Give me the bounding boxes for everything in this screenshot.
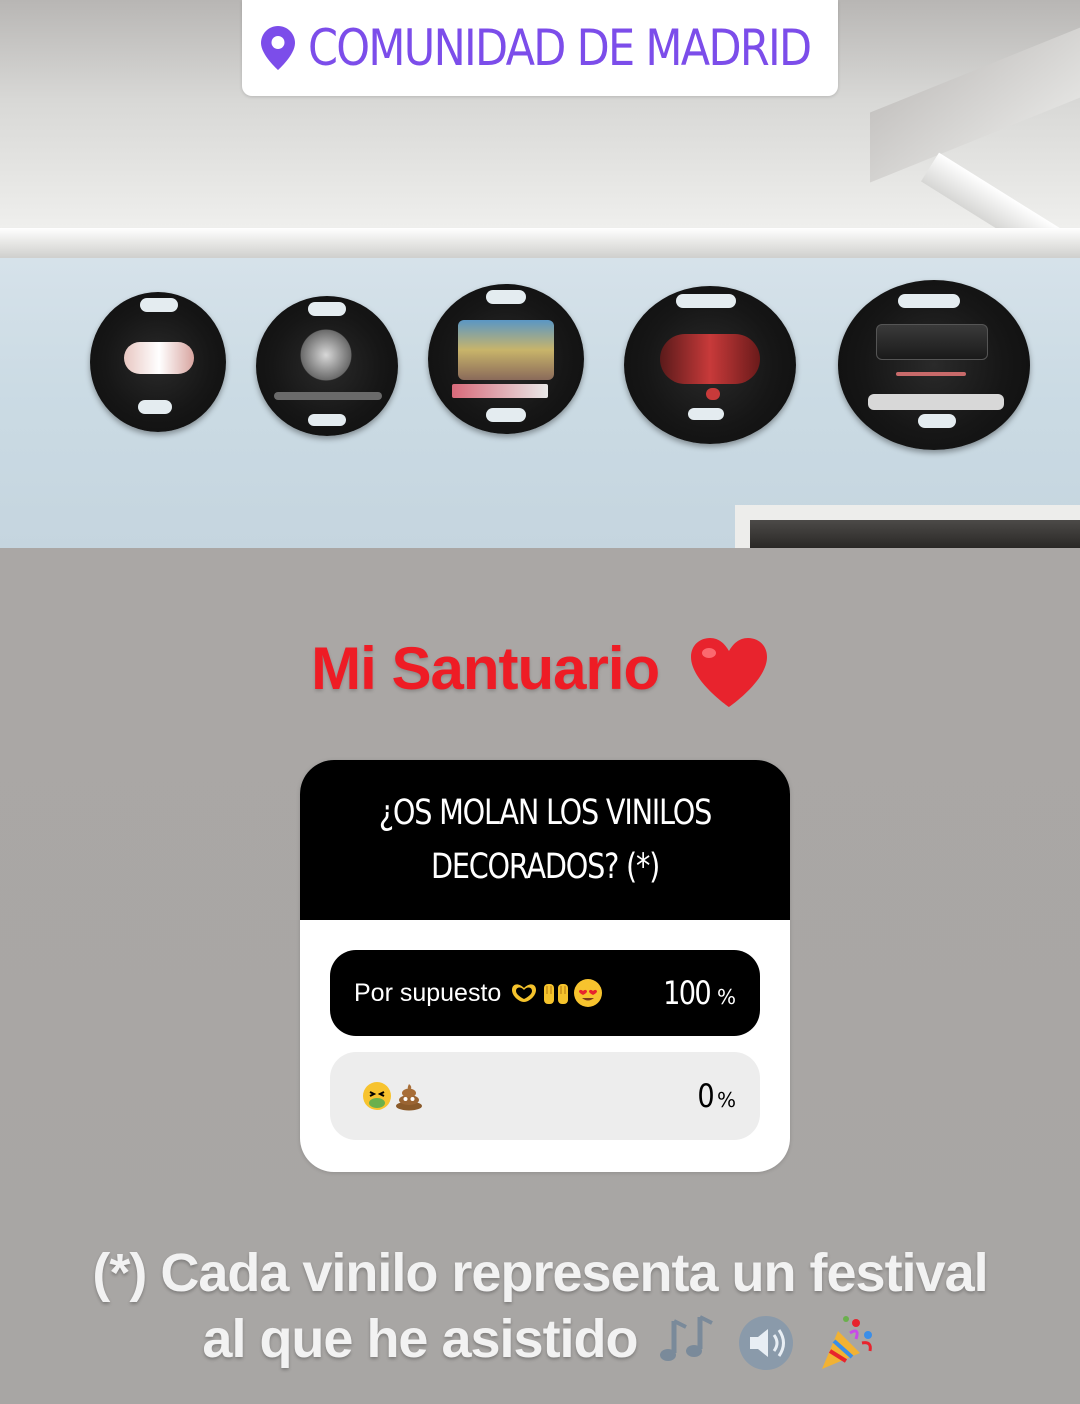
- location-label: COMUNIDAD DE MADRID: [307, 19, 812, 77]
- cornice: [0, 228, 1080, 258]
- percent-value: 0: [697, 1077, 714, 1115]
- location-pin-icon: [258, 22, 298, 74]
- poll-option-label: Por supuesto: [354, 978, 603, 1008]
- speaker-icon: [736, 1313, 798, 1373]
- vinyl-record-1: [90, 292, 226, 432]
- story-canvas: COMUNIDAD DE MADRID Mi Santuario ¿OS MOL…: [0, 0, 1080, 1404]
- poll-option-no[interactable]: 0 %: [330, 1052, 760, 1140]
- location-sticker[interactable]: COMUNIDAD DE MADRID: [242, 0, 838, 96]
- poll-question: ¿OS MOLAN LOS VINILOS DECORADOS? (*): [300, 760, 790, 920]
- poll-option-percent: 100 %: [659, 974, 736, 1012]
- doorway: [750, 520, 1080, 548]
- poll-option-label: [354, 1081, 424, 1111]
- poll-option-yes[interactable]: Por supuesto 100 %: [330, 950, 760, 1036]
- heart-hands-icon: [509, 978, 539, 1008]
- red-heart-icon: [689, 637, 769, 709]
- heart-eyes-icon: [573, 978, 603, 1008]
- vinyl-record-5: [838, 280, 1030, 450]
- vinyl-record-4: [624, 286, 796, 444]
- caption-line-2: al que he asistido: [0, 1306, 1080, 1373]
- story-headline: Mi Santuario: [0, 634, 1080, 709]
- nauseated-face-icon: [362, 1081, 392, 1111]
- percent-sign: %: [716, 985, 736, 1009]
- raising-hands-icon: [541, 978, 571, 1008]
- vinyl-record-3: [428, 284, 584, 434]
- caption-line-1: (*) Cada vinilo representa un festival: [92, 1243, 988, 1303]
- poll-option-text: Por supuesto: [354, 978, 502, 1007]
- vinyl-record-2: [256, 296, 398, 436]
- percent-sign: %: [716, 1088, 736, 1112]
- music-notes-icon: [656, 1313, 718, 1373]
- poop-icon: [394, 1081, 424, 1111]
- headline-text: Mi Santuario: [311, 635, 660, 702]
- poll-option-percent: 0 %: [696, 1077, 736, 1115]
- poll-question-text: ¿OS MOLAN LOS VINILOS DECORADOS? (*): [378, 793, 712, 887]
- poll-sticker[interactable]: ¿OS MOLAN LOS VINILOS DECORADOS? (*) Por…: [300, 760, 790, 1172]
- caption-line-2-text: al que he asistido: [202, 1309, 638, 1369]
- percent-value: 100: [663, 974, 712, 1012]
- story-caption: (*) Cada vinilo representa un festival a…: [0, 1240, 1080, 1373]
- party-popper-icon: [816, 1313, 878, 1373]
